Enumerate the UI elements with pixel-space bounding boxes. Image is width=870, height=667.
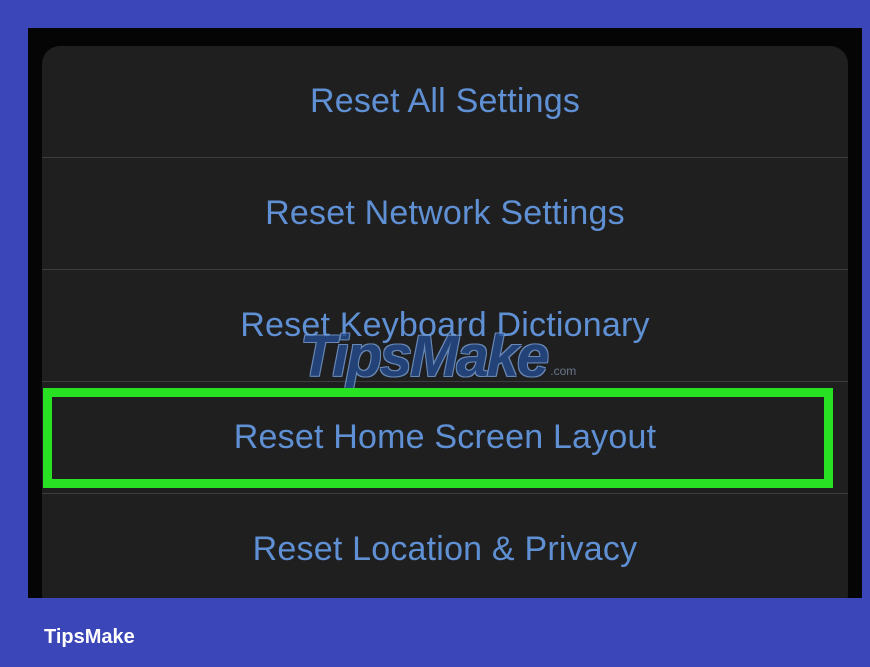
reset-keyboard-dictionary-button[interactable]: Reset Keyboard Dictionary (42, 270, 848, 381)
reset-home-screen-layout-button[interactable]: Reset Home Screen Layout (42, 382, 848, 493)
reset-options-menu: Reset All Settings Reset Network Setting… (42, 46, 848, 598)
reset-network-settings-button[interactable]: Reset Network Settings (42, 158, 848, 269)
reset-all-settings-button[interactable]: Reset All Settings (42, 46, 848, 157)
reset-location-privacy-button[interactable]: Reset Location & Privacy (42, 494, 848, 598)
menu-item-label: Reset Network Settings (265, 194, 625, 232)
settings-screen-photo: Reset All Settings Reset Network Setting… (28, 28, 862, 598)
menu-item-label: Reset All Settings (309, 82, 581, 120)
menu-item-label: Reset Home Screen Layout (233, 418, 657, 456)
menu-item-label: Reset Keyboard Dictionary (240, 306, 650, 344)
menu-item-label: Reset Location & Privacy (252, 530, 638, 568)
footer-brand: TipsMake (44, 626, 135, 648)
